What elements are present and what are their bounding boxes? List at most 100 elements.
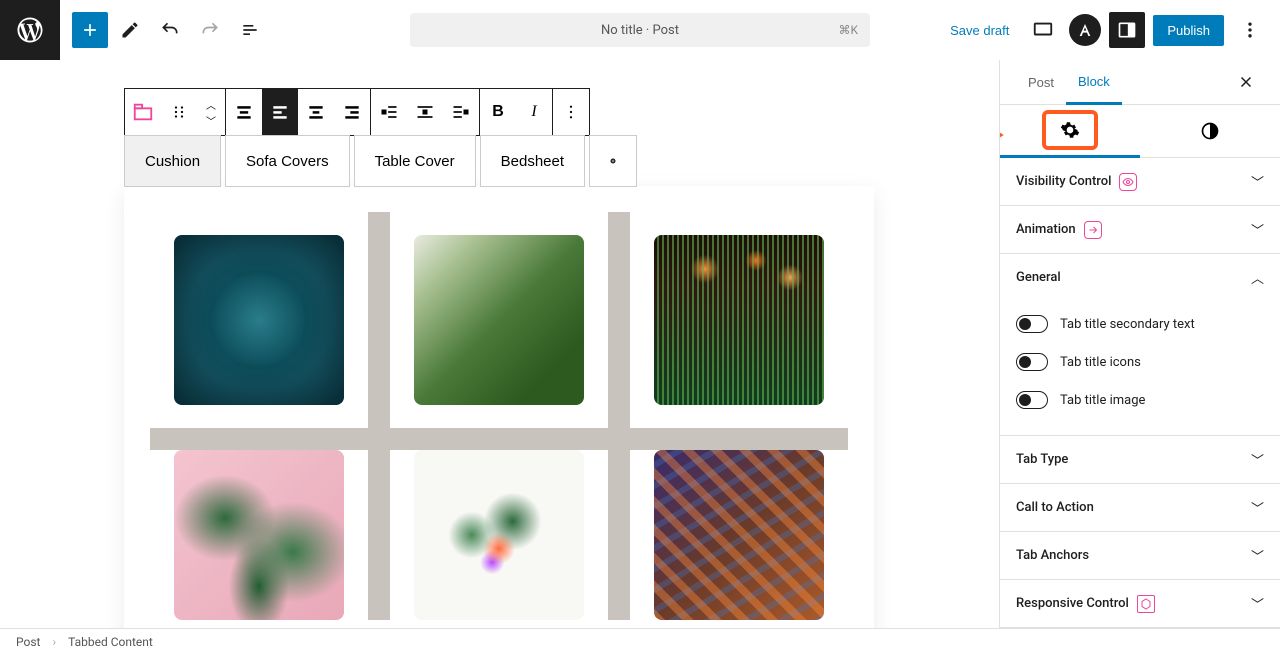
eye-badge-icon [1119, 173, 1137, 191]
add-tab-button[interactable] [589, 135, 637, 187]
align-right-icon [342, 102, 362, 122]
gear-icon [1060, 120, 1080, 140]
sidebar-tab-block[interactable]: Block [1066, 60, 1122, 105]
align-center-icon [306, 102, 326, 122]
close-sidebar-button[interactable] [1228, 64, 1264, 100]
panel-header-animation[interactable]: Animation ﹀ [1000, 206, 1280, 253]
panel-title: General [1016, 270, 1061, 285]
align-right-button[interactable] [334, 89, 370, 135]
toggle-image[interactable] [1016, 391, 1048, 409]
panel-title: Responsive Control [1016, 596, 1129, 611]
toggle-row-icons: Tab title icons [1016, 343, 1264, 381]
add-block-button[interactable] [72, 12, 108, 48]
panel-header-visibility[interactable]: Visibility Control ﹀ [1000, 158, 1280, 205]
chevron-down-icon: ﹀ [1251, 546, 1264, 565]
close-icon [1237, 73, 1255, 91]
toggle-label: Tab title secondary text [1060, 317, 1195, 332]
wide-left-button[interactable] [371, 89, 407, 135]
chevron-down-icon: ﹀ [1251, 172, 1264, 191]
main-area: ︿ ﹀ B I Cushi [0, 60, 1280, 628]
undo-button[interactable] [152, 12, 188, 48]
panel-header-general[interactable]: General ︿ [1000, 254, 1280, 301]
sidebar-tab-post[interactable]: Post [1016, 61, 1066, 104]
move-down-button[interactable]: ﹀ [197, 112, 225, 128]
toolbar-left [60, 12, 268, 48]
panel-tab-type: Tab Type ﹀ [1000, 436, 1280, 484]
panel-header-responsive[interactable]: Responsive Control ﹀ [1000, 580, 1280, 627]
highlight-box [1042, 110, 1098, 150]
sidebar-tabs: Post Block [1000, 60, 1280, 105]
more-options-button[interactable] [553, 89, 589, 135]
breadcrumb-post[interactable]: Post [16, 635, 40, 649]
panel-header-tab-type[interactable]: Tab Type ﹀ [1000, 436, 1280, 483]
toggle-row-image: Tab title image [1016, 381, 1264, 419]
align-center-button[interactable] [298, 89, 334, 135]
publish-button[interactable]: Publish [1153, 15, 1224, 46]
product-image [174, 450, 344, 620]
product-cell[interactable] [150, 450, 368, 620]
tab-bedsheet[interactable]: Bedsheet [480, 135, 585, 187]
chevron-up-icon: ︿ [1251, 268, 1264, 287]
move-buttons: ︿ ﹀ [197, 89, 225, 135]
settings-sidebar-toggle[interactable] [1109, 12, 1145, 48]
wide-center-button[interactable] [407, 89, 443, 135]
panel-title: Call to Action [1016, 500, 1094, 515]
wide-left-icon [379, 102, 399, 122]
drag-handle[interactable] [161, 89, 197, 135]
drag-icon [170, 103, 188, 121]
panel-general: General ︿ Tab title secondary text Tab t… [1000, 254, 1280, 436]
product-cell[interactable] [390, 212, 608, 428]
view-button[interactable] [1025, 12, 1061, 48]
tools-button[interactable] [112, 12, 148, 48]
panel-header-cta[interactable]: Call to Action ﹀ [1000, 484, 1280, 531]
settings-tab-general[interactable] [1000, 105, 1140, 158]
italic-button[interactable]: I [516, 89, 552, 135]
panel-header-anchors[interactable]: Tab Anchors ﹀ [1000, 532, 1280, 579]
pencil-icon [120, 20, 140, 40]
settings-tab-styles[interactable] [1140, 105, 1280, 157]
options-button[interactable] [1232, 12, 1268, 48]
product-cell[interactable] [390, 450, 608, 620]
panel-visibility: Visibility Control ﹀ [1000, 158, 1280, 206]
align-left-button[interactable] [262, 89, 298, 135]
tutorial-callout: 1 [999, 117, 1006, 153]
align-none-button[interactable] [226, 89, 262, 135]
panel-anchors: Tab Anchors ﹀ [1000, 532, 1280, 580]
arrow-icon [999, 128, 1006, 142]
wide-right-button[interactable] [443, 89, 479, 135]
more-vertical-icon [562, 103, 580, 121]
wordpress-logo[interactable] [0, 0, 60, 60]
document-title-bar[interactable]: No title · Post ⌘K [410, 13, 870, 47]
bold-button[interactable]: B [480, 89, 516, 135]
product-cell[interactable] [150, 212, 368, 428]
toggle-secondary-text[interactable] [1016, 315, 1048, 333]
chevron-down-icon: ﹀ [1251, 498, 1264, 517]
block-type-button[interactable] [125, 89, 161, 135]
document-overview-button[interactable] [232, 12, 268, 48]
save-draft-button[interactable]: Save draft [942, 15, 1017, 46]
tab-sofa-covers[interactable]: Sofa Covers [225, 135, 350, 187]
redo-button[interactable] [192, 12, 228, 48]
breadcrumb-block[interactable]: Tabbed Content [68, 635, 153, 649]
settings-sidebar: Post Block 1 Visibility Control ﹀ [999, 60, 1280, 628]
align-none-icon [234, 102, 254, 122]
toolbar-right: Save draft Publish [942, 12, 1280, 48]
tab-cushion[interactable]: Cushion [124, 135, 221, 187]
top-toolbar: No title · Post ⌘K Save draft Publish [0, 0, 1280, 60]
product-cell[interactable] [630, 212, 848, 428]
toggle-icons[interactable] [1016, 353, 1048, 371]
plugin-icon-button[interactable] [1069, 14, 1101, 46]
product-image [414, 450, 584, 620]
product-image [654, 235, 824, 405]
panel-cta: Call to Action ﹀ [1000, 484, 1280, 532]
list-icon [240, 20, 260, 40]
toggle-row-secondary-text: Tab title secondary text [1016, 305, 1264, 343]
product-image [174, 235, 344, 405]
product-cell[interactable] [630, 450, 848, 620]
desktop-icon [1032, 19, 1054, 41]
hex-badge-icon [1137, 595, 1155, 613]
document-title: No title · Post [601, 23, 679, 38]
tab-table-cover[interactable]: Table Cover [354, 135, 476, 187]
move-up-button[interactable]: ︿ [197, 96, 225, 112]
plus-circle-icon [610, 150, 616, 172]
